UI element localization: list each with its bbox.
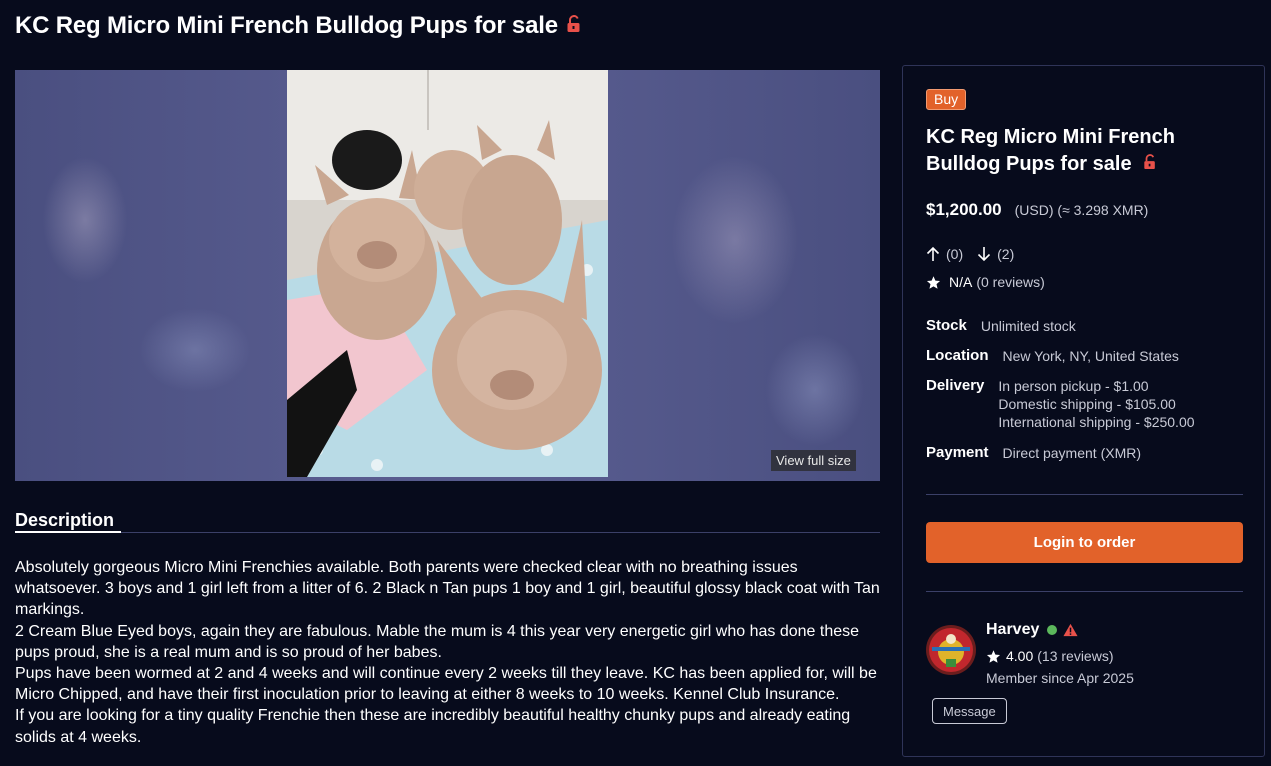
stock-row: Stock Unlimited stock (926, 317, 1076, 335)
view-full-size-button[interactable]: View full size (771, 450, 856, 471)
description-line: Absolutely gorgeous Micro Mini Frenchies… (15, 559, 880, 619)
listing-rating: N/A (0 reviews) (926, 274, 1045, 290)
location-label: Location (926, 347, 989, 364)
arrow-up-icon (926, 246, 940, 261)
description-line: If you are looking for a tiny quality Fr… (15, 707, 851, 746)
price: $1,200.00 (926, 200, 1002, 219)
delivery-label: Delivery (926, 377, 985, 394)
listing-info-card: Buy KC Reg Micro Mini French Bulldog Pup… (902, 65, 1265, 757)
seller-name-row: Harvey (986, 621, 1078, 639)
rating-value: N/A (949, 274, 973, 290)
upvote-button[interactable]: (0) (926, 246, 963, 262)
location-row: Location New York, NY, United States (926, 347, 1179, 365)
price-row: $1,200.00 (USD) (≈ 3.298 XMR) (926, 200, 1148, 220)
star-icon (986, 649, 1001, 663)
description-line: 2 Cream Blue Eyed boys, again they are f… (15, 622, 860, 661)
listing-photo[interactable] (287, 70, 608, 477)
message-seller-button[interactable]: Message (932, 698, 1007, 724)
description-tab-underline (15, 531, 121, 533)
delivery-option: International shipping - $250.00 (998, 414, 1195, 430)
page-title: KC Reg Micro Mini French Bulldog Pups fo… (15, 12, 582, 40)
payment-label: Payment (926, 444, 989, 461)
login-to-order-button[interactable]: Login to order (926, 522, 1243, 563)
listing-title-text: KC Reg Micro Mini French Bulldog Pups fo… (926, 126, 1175, 175)
price-conversion: (USD) (≈ 3.298 XMR) (1014, 202, 1149, 218)
arrow-down-icon (978, 247, 991, 262)
buy-badge: Buy (926, 89, 967, 110)
star-icon (926, 275, 941, 289)
review-count: (0 reviews) (976, 274, 1045, 290)
description-divider (15, 532, 880, 533)
stock-value: Unlimited stock (980, 318, 1076, 334)
downvote-count: (2) (997, 246, 1015, 262)
seller-avatar[interactable] (926, 625, 976, 675)
upvote-count: (0) (946, 246, 964, 262)
stock-label: Stock (926, 317, 967, 334)
listing-title: KC Reg Micro Mini French Bulldog Pups fo… (926, 124, 1226, 178)
seller-review-count: (13 reviews) (1037, 648, 1114, 664)
seller-rating: 4.00 (13 reviews) (986, 648, 1114, 664)
delivery-options: In person pickup - $1.00 Domestic shippi… (998, 377, 1194, 431)
card-divider (926, 494, 1243, 495)
payment-row: Payment Direct payment (XMR) (926, 444, 1141, 462)
warning-icon (1063, 623, 1078, 637)
unlocked-icon (1143, 151, 1157, 178)
page-title-text: KC Reg Micro Mini French Bulldog Pups fo… (15, 12, 558, 39)
image-gallery[interactable]: View full size (15, 70, 880, 481)
location-value: New York, NY, United States (1002, 348, 1179, 364)
member-since: Member since Apr 2025 (986, 670, 1134, 686)
downvote-button[interactable]: (2) (977, 246, 1014, 262)
description-body: Absolutely gorgeous Micro Mini Frenchies… (15, 557, 885, 748)
payment-value: Direct payment (XMR) (1002, 445, 1141, 461)
seller-name[interactable]: Harvey (986, 621, 1039, 639)
delivery-row: Delivery In person pickup - $1.00 Domest… (926, 377, 1195, 431)
delivery-option: Domestic shipping - $105.00 (998, 396, 1176, 412)
online-status-icon (1047, 625, 1058, 635)
seller-rating-value: 4.00 (1006, 648, 1034, 664)
vote-row: (0) (2) (926, 246, 1028, 262)
tab-description[interactable]: Description (15, 510, 114, 531)
delivery-option: In person pickup - $1.00 (998, 378, 1149, 394)
description-line: Pups have been wormed at 2 and 4 weeks a… (15, 665, 877, 704)
unlocked-icon (566, 12, 582, 40)
card-divider (926, 591, 1243, 592)
